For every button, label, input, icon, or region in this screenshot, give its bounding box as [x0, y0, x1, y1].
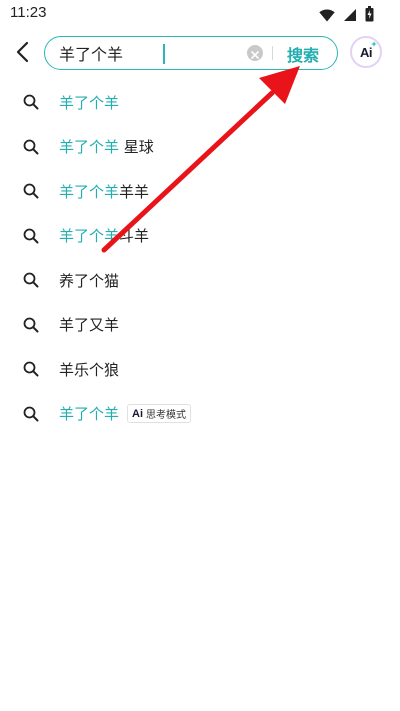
battery-icon [365, 6, 374, 26]
text-cursor [163, 44, 165, 64]
suggestion-rest: 斗羊 [119, 227, 150, 246]
search-icon [23, 139, 39, 155]
status-bar: 11:23 [0, 0, 400, 28]
suggestion-item[interactable]: 羊了个羊 星球 [0, 125, 400, 170]
suggestion-item[interactable]: 羊了又羊 [0, 303, 400, 348]
suggestion-text: 羊了个羊 Ai 思考模式 [59, 403, 192, 424]
clear-icon [251, 44, 259, 63]
clear-button[interactable] [247, 45, 263, 61]
search-icon [23, 183, 39, 199]
search-icon [23, 406, 39, 422]
search-input[interactable] [59, 42, 237, 64]
status-time: 11:23 [10, 4, 47, 21]
ai-button-label: Ai [360, 44, 373, 60]
suggestion-rest: 羊羊 [119, 182, 150, 201]
ai-assistant-button[interactable]: Ai [350, 36, 382, 68]
search-icon [23, 361, 39, 377]
suggestion-text: 羊了个羊 [59, 92, 119, 113]
suggestion-text: 养了个猫 [59, 270, 119, 291]
suggestion-item[interactable]: 养了个猫 [0, 258, 400, 303]
ai-badge-label: 思考模式 [146, 410, 187, 422]
suggestion-item-ai-mode[interactable]: 羊了个羊 Ai 思考模式 [0, 392, 400, 437]
suggestion-highlight: 羊了个羊 [59, 227, 120, 246]
ai-thinking-mode-badge: Ai 思考模式 [127, 404, 192, 424]
suggestion-item[interactable]: 羊了个羊 [0, 80, 400, 125]
suggestion-rest: 星球 [119, 138, 154, 157]
search-icon [23, 272, 39, 288]
search-divider [272, 46, 273, 60]
suggestion-text: 羊乐个狼 [59, 359, 119, 380]
suggestion-item[interactable]: 羊了个羊 羊羊 [0, 169, 400, 214]
signal-icon [343, 7, 357, 26]
suggestion-text: 羊了个羊 星球 [59, 136, 154, 157]
suggestion-text: 羊了个羊 斗羊 [59, 225, 149, 246]
suggestion-item[interactable]: 羊乐个狼 [0, 347, 400, 392]
search-submit-button[interactable]: 搜索 [287, 42, 319, 66]
ai-icon: Ai [132, 407, 144, 420]
suggestion-highlight: 羊了个羊 [59, 405, 120, 424]
back-button[interactable] [10, 40, 36, 68]
suggestion-rest: 养了个猫 [59, 271, 120, 290]
suggestion-highlight: 羊了个羊 [59, 182, 120, 201]
status-icons [319, 6, 374, 26]
wifi-icon [319, 7, 335, 26]
search-icon [23, 94, 39, 110]
suggestion-item[interactable]: 羊了个羊 斗羊 [0, 214, 400, 259]
search-icon [23, 228, 39, 244]
suggestion-highlight: 羊了个羊 [59, 138, 120, 157]
search-header: 搜索 Ai [0, 34, 400, 74]
suggestion-rest: 羊乐个狼 [59, 360, 120, 379]
suggestion-highlight: 羊了个羊 [59, 93, 120, 112]
suggestion-rest: 羊了又羊 [59, 316, 120, 335]
search-icon [23, 317, 39, 333]
search-box: 搜索 [44, 36, 338, 70]
back-arrow-icon [16, 41, 30, 67]
suggestion-list: 羊了个羊 羊了个羊 星球 羊了个羊 羊羊 羊了个羊 斗羊 养了个猫 羊了又羊 羊… [0, 80, 400, 436]
suggestion-text: 羊了个羊 羊羊 [59, 181, 149, 202]
suggestion-text: 羊了又羊 [59, 314, 119, 335]
